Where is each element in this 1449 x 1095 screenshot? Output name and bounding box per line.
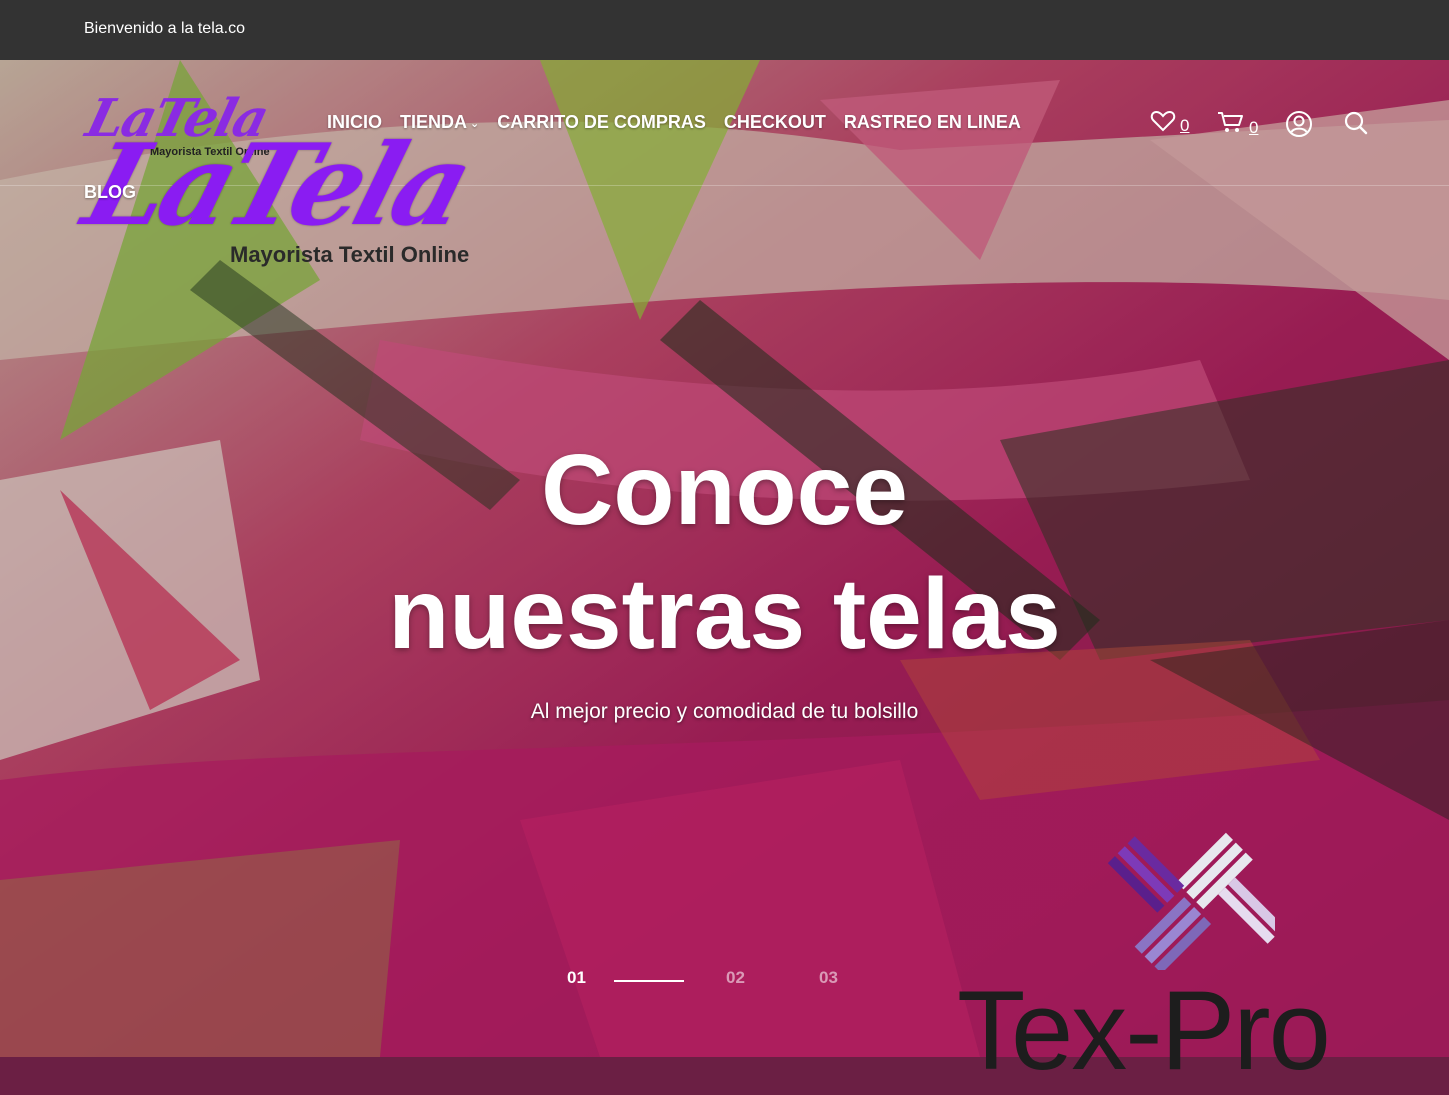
nav-item-carrito[interactable]: CARRITO DE COMPRAS xyxy=(497,112,706,133)
cart-button[interactable]: 0 xyxy=(1217,110,1258,137)
welcome-text: Bienvenido a la tela.co xyxy=(84,20,245,37)
cart-count: 0 xyxy=(1249,118,1259,137)
nav-item-tienda[interactable]: TIENDA ⌄ xyxy=(400,112,479,133)
wishlist-count: 0 xyxy=(1180,116,1190,135)
hero-title: Conoce nuestras telas xyxy=(0,428,1449,676)
nav-item-blog[interactable]: BLOG xyxy=(84,182,136,203)
texpro-logo-mark xyxy=(1107,832,1275,970)
nav-item-label: CHECKOUT xyxy=(723,112,826,132)
search-icon xyxy=(1344,111,1368,135)
hero-title-line-2: nuestras telas xyxy=(388,558,1061,670)
hero-subtitle: Al mejor precio y comodidad de tu bolsil… xyxy=(530,700,919,723)
nav-item-inicio[interactable]: INICIO xyxy=(327,112,382,133)
search-button[interactable] xyxy=(1343,110,1369,136)
nav-item-label: INICIO xyxy=(327,112,383,132)
account-button[interactable] xyxy=(1285,110,1313,138)
site-logo-large[interactable]: LaTela Mayorista Textil Online xyxy=(70,120,550,280)
slide-dot-03[interactable]: 03 xyxy=(819,968,838,988)
nav-item-rastreo[interactable]: RASTREO EN LINEA xyxy=(844,112,1021,133)
heart-icon xyxy=(1150,110,1176,132)
slide-dot-01[interactable]: 01 xyxy=(567,968,586,988)
active-slide-indicator xyxy=(614,980,684,982)
top-bar: Bienvenido a la tela.co xyxy=(0,0,1449,60)
header-actions: 0 0 xyxy=(1150,110,1370,144)
cart-icon xyxy=(1218,112,1243,132)
logo-large-tagline: Mayorista Textil Online xyxy=(230,242,470,267)
user-icon xyxy=(1286,111,1312,137)
wishlist-button[interactable]: 0 xyxy=(1150,110,1189,135)
chevron-down-icon: ⌄ xyxy=(470,117,480,130)
texpro-wordmark: Tex-Pro xyxy=(957,968,1331,1093)
texpro-watermark: Tex-Pro xyxy=(955,820,1395,1093)
nav-item-checkout[interactable]: CHECKOUT xyxy=(724,112,826,133)
main-nav: INICIO TIENDA ⌄ CARRITO DE COMPRAS CHECKO… xyxy=(327,112,1021,133)
nav-item-label: TIENDA xyxy=(400,112,468,132)
slide-dot-02[interactable]: 02 xyxy=(726,968,745,988)
nav-item-label: CARRITO DE COMPRAS xyxy=(497,112,706,132)
hero-title-line-1: Conoce xyxy=(541,434,908,546)
nav-item-label: RASTREO EN LINEA xyxy=(843,112,1021,132)
